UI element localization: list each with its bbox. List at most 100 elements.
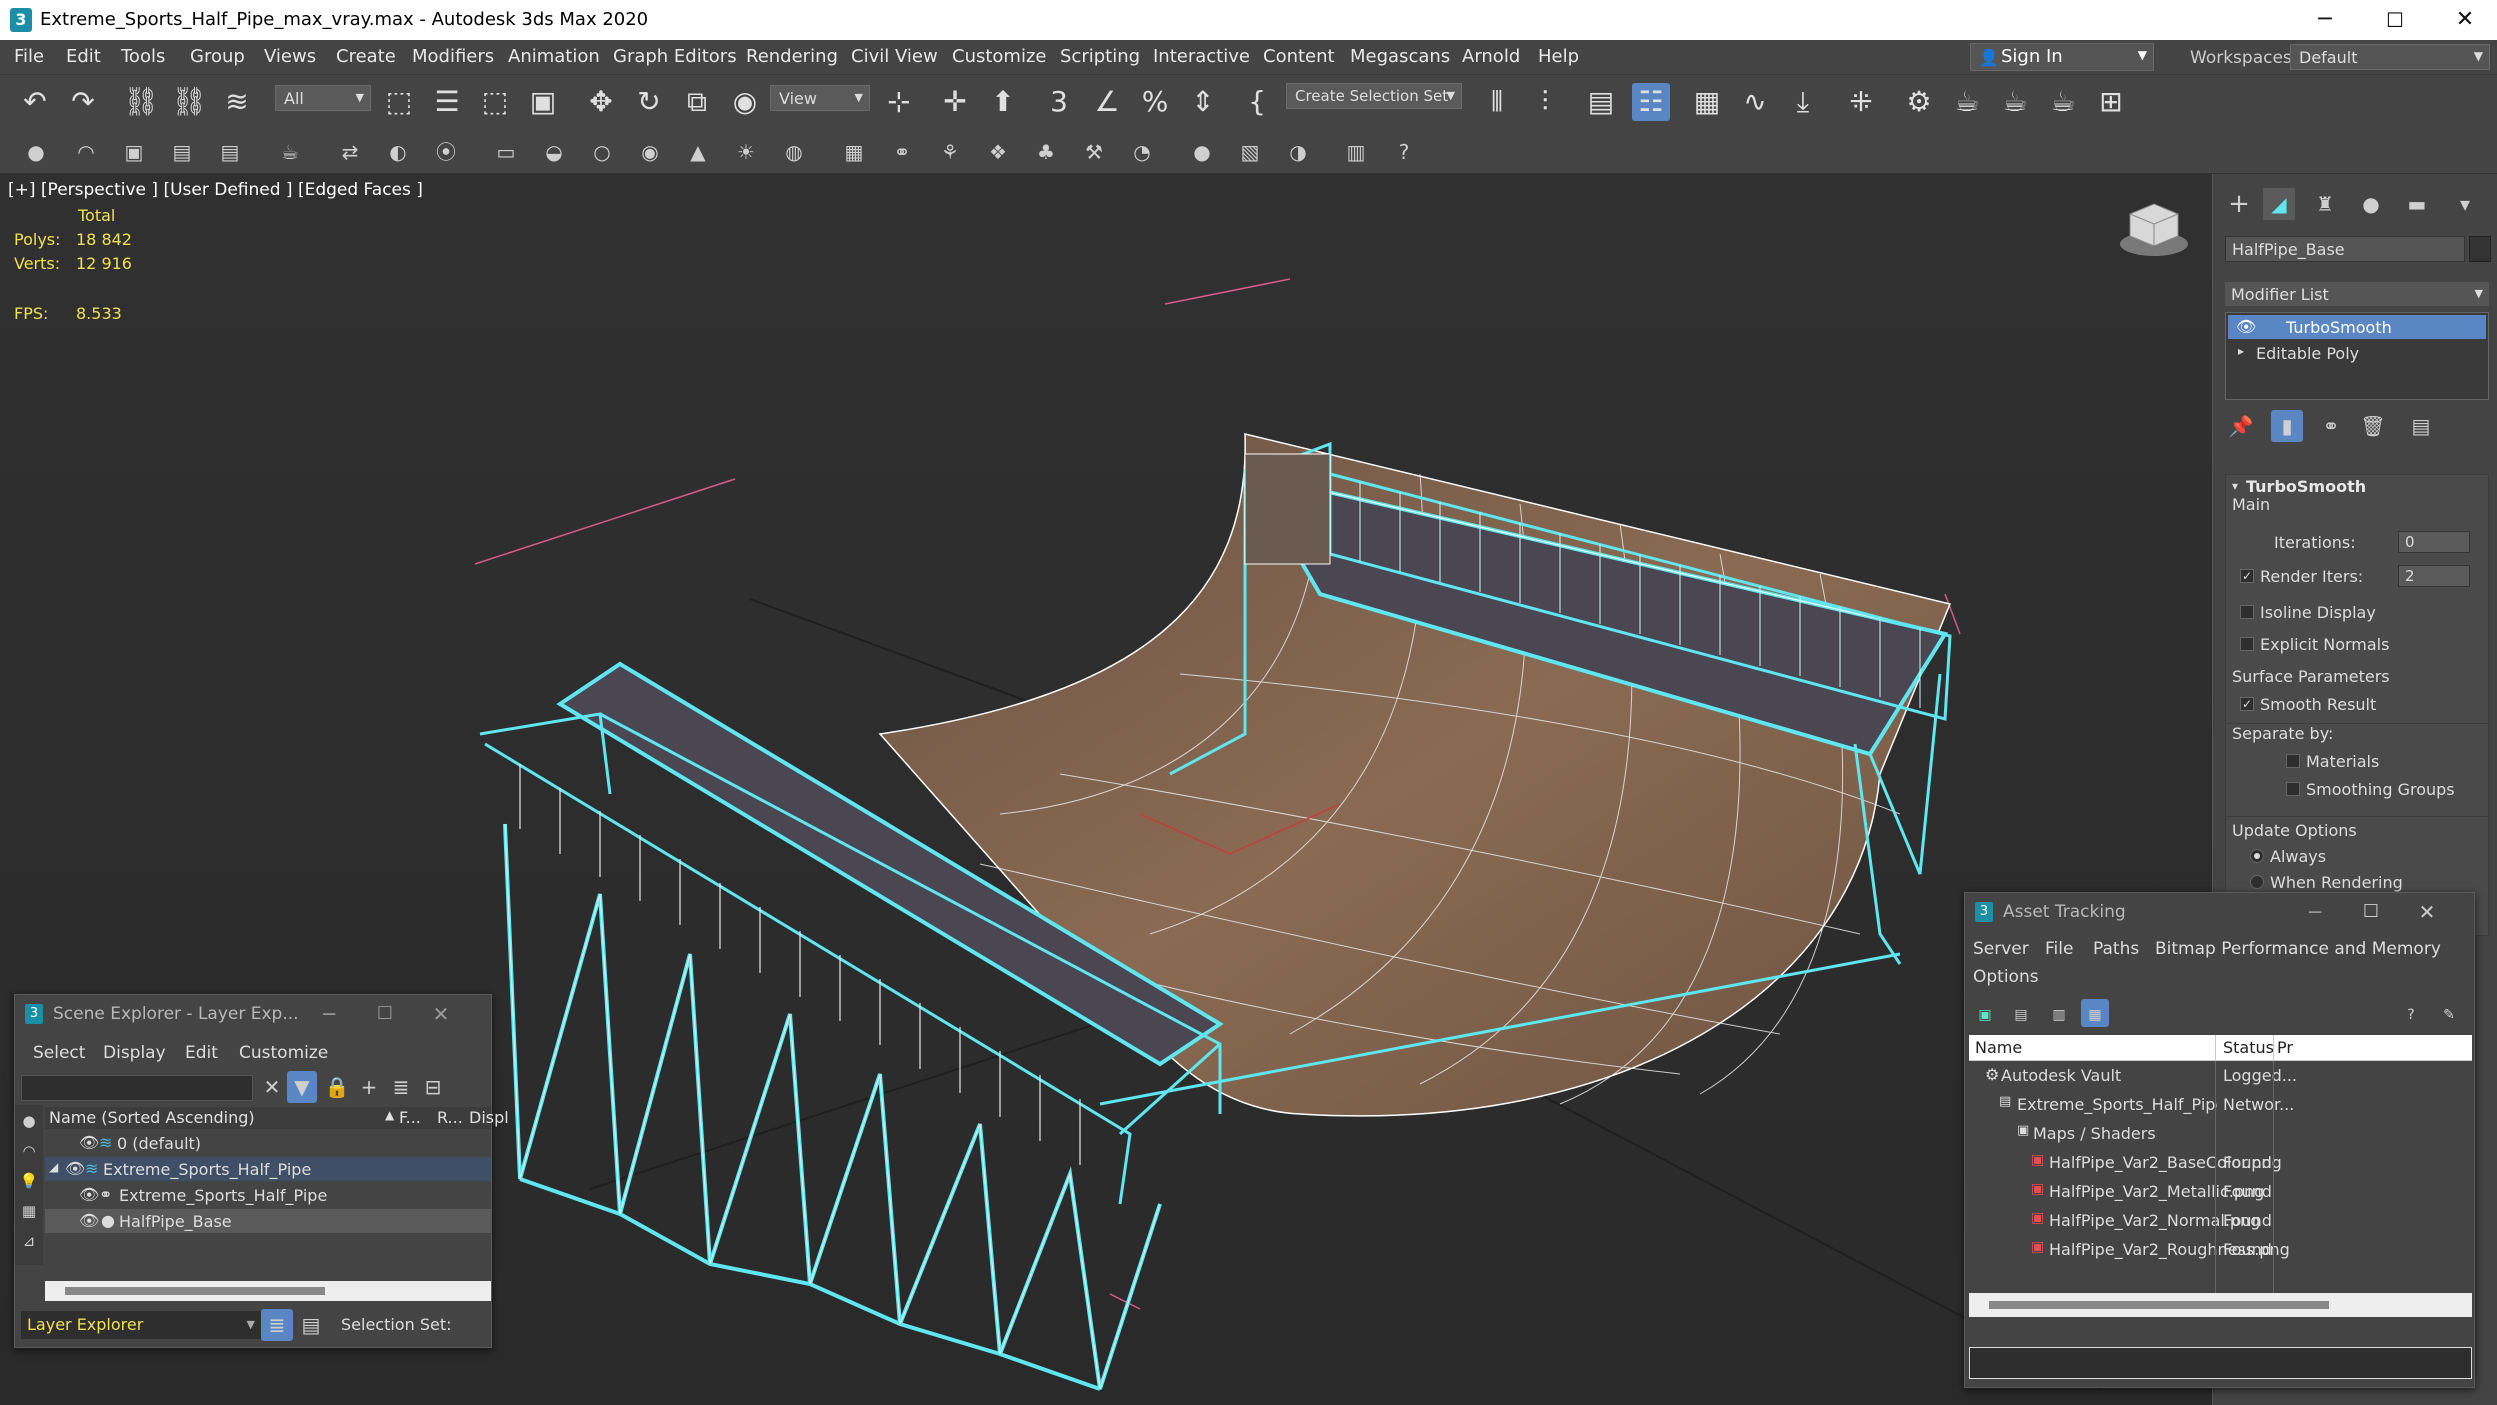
rectangular-region-icon[interactable]: ⬚ (476, 83, 514, 121)
render-production-icon[interactable]: ☕ (1996, 83, 2034, 121)
snaps-toggle-icon[interactable]: 3 (1040, 83, 1078, 121)
menu-graph-editors[interactable]: Graph Editors (613, 46, 737, 67)
sphere-light-icon[interactable]: ○ (586, 136, 618, 168)
workspace-dropdown[interactable]: Default ▼ (2290, 44, 2490, 70)
eye-icon[interactable]: 👁 (79, 1211, 99, 1230)
asset-path-field[interactable] (1969, 1347, 2472, 1379)
teapot-icon[interactable]: ● (20, 136, 52, 168)
scene-explorer-titlebar[interactable]: 3 Scene Explorer - Layer Exp... (15, 995, 491, 1033)
fur-icon[interactable]: ▦ (838, 136, 870, 168)
utilities-tab-icon[interactable]: ▾ (2449, 188, 2481, 220)
select-object-icon[interactable]: ⬚ (380, 83, 418, 121)
layers-icon[interactable]: ≣ (387, 1071, 415, 1103)
smooth-result-checkbox[interactable]: ✓ (2240, 697, 2254, 711)
scene-explorer-icon[interactable]: ☷ (1632, 83, 1670, 121)
menu-modifiers[interactable]: Modifiers (412, 46, 494, 67)
asset-row[interactable]: ▣ HalfPipe_Var2_Normal.png Found (1969, 1208, 2472, 1234)
pivot-center-icon[interactable]: ⊹ (880, 83, 918, 121)
rendered-frame-icon[interactable]: ☕ (1948, 83, 1986, 121)
proxy-icon[interactable]: ⚭ (886, 136, 918, 168)
menu-scripting[interactable]: Scripting (1060, 46, 1140, 67)
close-button[interactable]: ✕ (421, 999, 461, 1029)
ribbon-icon[interactable]: ▦ (1688, 83, 1726, 121)
viewport-label[interactable]: [+] [Perspective ] [User Defined ] [Edge… (8, 180, 423, 200)
remove-modifier-icon[interactable]: 🗑 (2357, 410, 2389, 442)
sign-in-dropdown[interactable]: 👤 Sign In ▼ (1970, 43, 2154, 71)
link-icon[interactable]: ⛓ (122, 83, 160, 121)
menu-server[interactable]: Server (1973, 939, 2029, 959)
make-unique-icon[interactable]: ⚭ (2315, 410, 2347, 442)
light-icon[interactable]: ▣ (118, 136, 150, 168)
edit-named-selection-icon[interactable]: { (1238, 83, 1276, 121)
bind-spacewarp-icon[interactable]: ≋ (218, 83, 256, 121)
mesh-light-icon[interactable]: ◉ (634, 136, 666, 168)
named-selection-dropdown[interactable]: Create Selection Set ▼ (1286, 83, 1462, 109)
scatter-icon[interactable]: ⚘ (934, 136, 966, 168)
clear-search-icon[interactable]: ✕ (259, 1071, 285, 1103)
configure-sets-icon[interactable]: ▤ (2405, 410, 2437, 442)
eye-icon[interactable]: 👁 (2236, 317, 2256, 336)
pin-icon[interactable]: ✎ (2435, 999, 2463, 1027)
menu-file[interactable]: File (2045, 939, 2073, 959)
render-setup-icon[interactable]: ⚙ (1900, 83, 1938, 121)
close-button[interactable]: ✕ (2407, 897, 2447, 927)
menu-help[interactable]: Help (1538, 46, 1579, 67)
column-display[interactable]: Displ (469, 1108, 509, 1127)
menu-create[interactable]: Create (336, 46, 396, 67)
asset-row[interactable]: ▣ HalfPipe_Var2_Metallic.png Found (1969, 1179, 2472, 1205)
shape-icon[interactable]: ◠ (70, 136, 102, 168)
menu-options[interactable]: Options (1973, 967, 2039, 987)
decal-icon[interactable]: ◔ (1126, 136, 1158, 168)
when-rendering-radio[interactable] (2250, 875, 2264, 889)
reference-coordinate-dropdown[interactable]: View ▼ (770, 85, 870, 111)
help-icon[interactable]: ? (2397, 999, 2425, 1027)
geometry-filter-icon[interactable]: ● (15, 1105, 43, 1133)
menu-arnold[interactable]: Arnold (1462, 46, 1520, 67)
menu-file[interactable]: File (14, 46, 44, 67)
minimize-button[interactable]: ─ (2295, 897, 2335, 927)
object-name-field[interactable]: HalfPipe_Base (2225, 236, 2465, 262)
layer-explorer-icon[interactable]: ▤ (1582, 83, 1620, 121)
stack-item-editable-poly[interactable]: ▸ Editable Poly (2228, 341, 2486, 365)
maximize-button[interactable]: ☐ (2370, 4, 2420, 36)
menu-edit[interactable]: Edit (66, 46, 101, 67)
column-name[interactable]: Name (1975, 1038, 2022, 1057)
explorer-type-dropdown[interactable]: Layer Explorer ▼ (21, 1311, 261, 1339)
placement-icon[interactable]: ◉ (726, 83, 764, 121)
toggle-icon[interactable]: ◑ (1282, 136, 1314, 168)
collapse-arrow-icon[interactable]: ◢ (49, 1160, 58, 1174)
select-manipulate-icon[interactable]: ✛ (936, 83, 974, 121)
vray-icon[interactable]: ⦿ (430, 136, 462, 168)
column-render[interactable]: R... (437, 1108, 463, 1127)
align-icon[interactable]: ⫶ (1526, 83, 1564, 121)
hierarchy-tab-icon[interactable]: ♜ (2309, 188, 2341, 220)
menu-paths[interactable]: Paths (2093, 939, 2139, 959)
menu-rendering[interactable]: Rendering (746, 46, 838, 67)
explicit-normals-checkbox[interactable] (2240, 637, 2254, 651)
menu-interactive[interactable]: Interactive (1153, 46, 1250, 67)
menu-content[interactable]: Content (1263, 46, 1335, 67)
expand-arrow-icon[interactable]: ▸ (2238, 344, 2244, 358)
close-button[interactable]: ✕ (2440, 4, 2490, 36)
plant-icon[interactable]: ♣ (1030, 136, 1062, 168)
tree-icon[interactable]: ▥ (2045, 999, 2073, 1027)
fog-icon[interactable]: ◐ (382, 136, 414, 168)
help-icon[interactable]: ? (1388, 136, 1420, 168)
stack-item-turbosmooth[interactable]: 👁 TurboSmooth (2228, 315, 2486, 339)
sphere-icon[interactable]: ● (1186, 136, 1218, 168)
selection-filter-dropdown[interactable]: All ▼ (275, 85, 371, 111)
systems-icon[interactable]: ⇄ (334, 136, 366, 168)
export-icon[interactable]: ▥ (1340, 136, 1372, 168)
asset-row[interactable]: ▤ Extreme_Sports_Half_Pipe_max_vray.max … (1969, 1092, 2472, 1118)
eye-icon[interactable]: 👁 (65, 1159, 85, 1178)
menu-tools[interactable]: Tools (121, 46, 165, 67)
motion-tab-icon[interactable]: ● (2355, 188, 2387, 220)
list-icon[interactable]: ▤ (2007, 999, 2035, 1027)
rotate-icon[interactable]: ↻ (630, 83, 668, 121)
sun-icon[interactable]: ☀ (730, 136, 762, 168)
light-filter-icon[interactable]: 💡 (15, 1165, 43, 1193)
iterations-spinner[interactable]: 0 (2398, 531, 2470, 553)
helper-filter-icon[interactable]: ⊿ (15, 1225, 43, 1253)
create-tab-icon[interactable]: + (2223, 188, 2255, 220)
always-radio[interactable] (2250, 849, 2264, 863)
